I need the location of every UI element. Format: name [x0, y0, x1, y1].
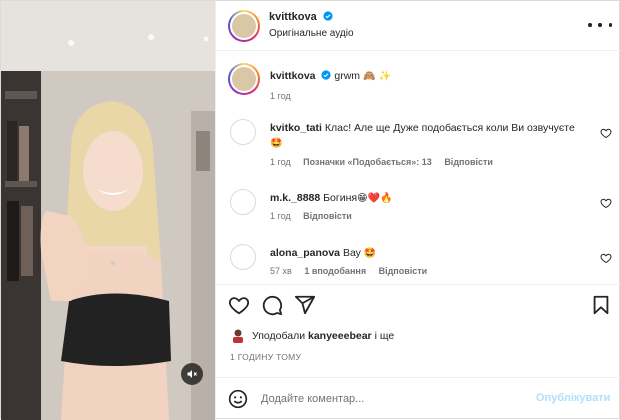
more-horizontal-icon[interactable]: [588, 18, 612, 32]
caption-avatar[interactable]: [228, 63, 260, 95]
post-timestamp[interactable]: 1 ГОДИНУ ТОМУ: [230, 352, 301, 362]
comment-emoji: 🤩: [363, 248, 377, 259]
comment-row: m.k._8888 Богиня😁❤️🔥 1 год Відповісти: [230, 189, 612, 229]
comment-text: Клас! Але ще Дуже подобається коли Ви оз…: [324, 122, 575, 134]
comment-username[interactable]: alona_panova: [270, 247, 340, 259]
action-bar: [216, 284, 620, 322]
likes-suffix[interactable]: і ще: [375, 330, 395, 342]
comment-icon[interactable]: [261, 294, 283, 316]
reply-button[interactable]: Відповісти: [303, 211, 352, 221]
post-media[interactable]: [1, 1, 215, 420]
comment-text: Богиня: [323, 192, 358, 204]
verified-badge-icon: [323, 11, 333, 21]
emoji-icon[interactable]: [228, 389, 248, 409]
comment-likes-count[interactable]: Позначки «Подобається»: 13: [303, 157, 432, 167]
caption-username[interactable]: kvittkova: [270, 70, 316, 82]
comment-input[interactable]: [261, 389, 521, 409]
comment-time: 57 хв: [270, 266, 292, 276]
reply-button[interactable]: Відповісти: [444, 157, 493, 167]
caption-row: kvittkova grwm 🙈 ✨ 1 год: [228, 63, 610, 115]
likes-prefix: Уподобали: [252, 330, 306, 342]
comment-row: alona_panova Вау 🤩 57 хв 1 вподобання Ві…: [230, 244, 612, 284]
comment-username[interactable]: kvitko_tati: [270, 122, 322, 134]
comments-list: kvittkova grwm 🙈 ✨ 1 год kvitko_tati Кла…: [216, 52, 620, 284]
comment-row: kvitko_tati Клас! Але ще Дуже подобаєтьс…: [230, 119, 612, 175]
likes-user[interactable]: kanyeeebear: [308, 330, 372, 342]
heart-outline-icon[interactable]: [600, 127, 612, 139]
comment-text: Вау: [342, 247, 361, 259]
publish-button[interactable]: Опублікувати: [536, 392, 610, 404]
comment-emoji: 😁❤️🔥: [357, 193, 393, 204]
mute-icon: [187, 370, 197, 378]
bookmark-icon[interactable]: [590, 294, 612, 316]
post-dialog: kvittkova Оригінальне аудіо kvittkova gr…: [0, 0, 620, 420]
verified-badge-icon: [321, 70, 332, 80]
reply-button[interactable]: Відповісти: [379, 266, 428, 276]
comment-time: 1 год: [270, 211, 291, 221]
author-username[interactable]: kvittkova: [269, 11, 317, 23]
heart-icon[interactable]: [228, 294, 250, 316]
likes-summary: Уподобали kanyeeebear і ще: [230, 326, 394, 346]
caption-time: 1 год: [270, 91, 291, 101]
post-header: kvittkova Оригінальне аудіо: [216, 1, 620, 51]
comment-emoji: 🤩: [270, 138, 283, 149]
video-frame[interactable]: [1, 1, 215, 420]
comment-likes-count[interactable]: 1 вподобання: [304, 266, 366, 276]
comment-composer: Опублікувати: [216, 377, 620, 420]
caption-text: grwm: [334, 70, 361, 82]
comment-avatar[interactable]: [230, 189, 256, 215]
comment-avatar[interactable]: [230, 244, 256, 270]
heart-outline-icon[interactable]: [600, 252, 612, 264]
caption-emojis: 🙈 ✨: [362, 71, 392, 82]
post-panel: kvittkova Оригінальне аудіо kvittkova gr…: [215, 1, 620, 420]
share-icon[interactable]: [294, 294, 316, 316]
comment-time: 1 год: [270, 157, 291, 167]
audio-link[interactable]: Оригінальне аудіо: [269, 28, 354, 39]
comment-username[interactable]: m.k._8888: [270, 192, 320, 204]
comment-avatar[interactable]: [230, 119, 256, 145]
heart-outline-icon[interactable]: [600, 197, 612, 209]
author-avatar[interactable]: [228, 10, 260, 42]
liker-avatar[interactable]: [230, 328, 246, 344]
mute-toggle[interactable]: [181, 363, 203, 385]
